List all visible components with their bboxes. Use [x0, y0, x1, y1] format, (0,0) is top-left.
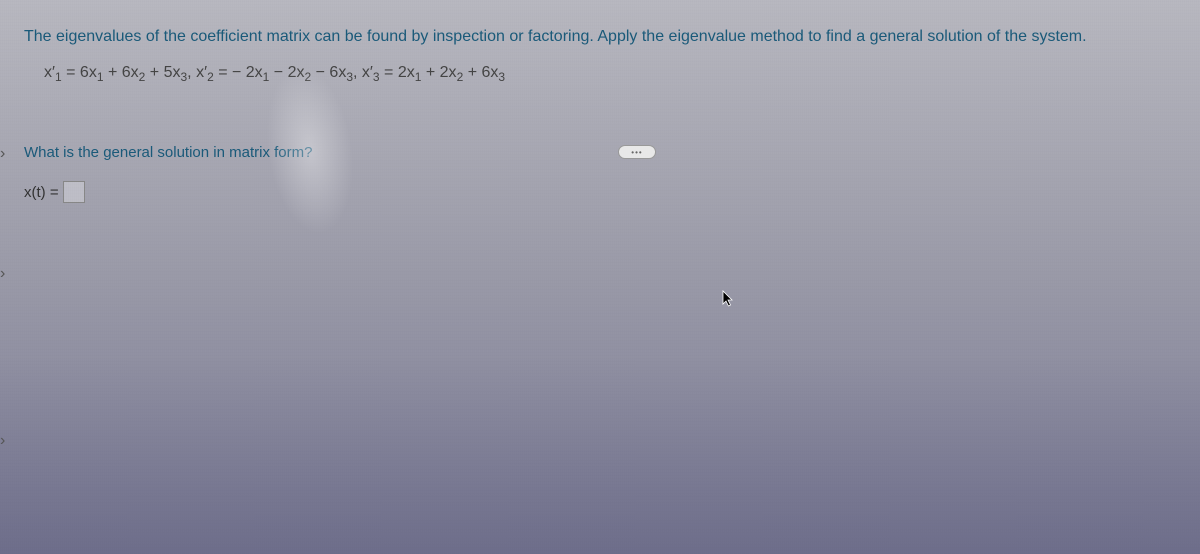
- scroll-caret-2: ›: [0, 265, 8, 281]
- scroll-caret-3: ›: [0, 432, 8, 448]
- problem-content: The eigenvalues of the coefficient matri…: [0, 0, 1200, 223]
- scroll-caret-1: ›: [0, 145, 8, 161]
- answer-row: x(t) =: [24, 181, 1176, 203]
- more-button[interactable]: •••: [618, 145, 656, 159]
- question-text: What is the general solution in matrix f…: [24, 144, 1176, 161]
- bottom-vignette: [0, 354, 1200, 554]
- answer-input-box[interactable]: [63, 181, 85, 203]
- mouse-cursor-icon: [722, 290, 736, 308]
- answer-prefix: x(t) =: [24, 184, 59, 201]
- instruction-text: The eigenvalues of the coefficient matri…: [24, 28, 1176, 46]
- system-equations: x′1 = 6x1 + 6x2 + 5x3, x′2 = − 2x1 − 2x2…: [24, 64, 1176, 84]
